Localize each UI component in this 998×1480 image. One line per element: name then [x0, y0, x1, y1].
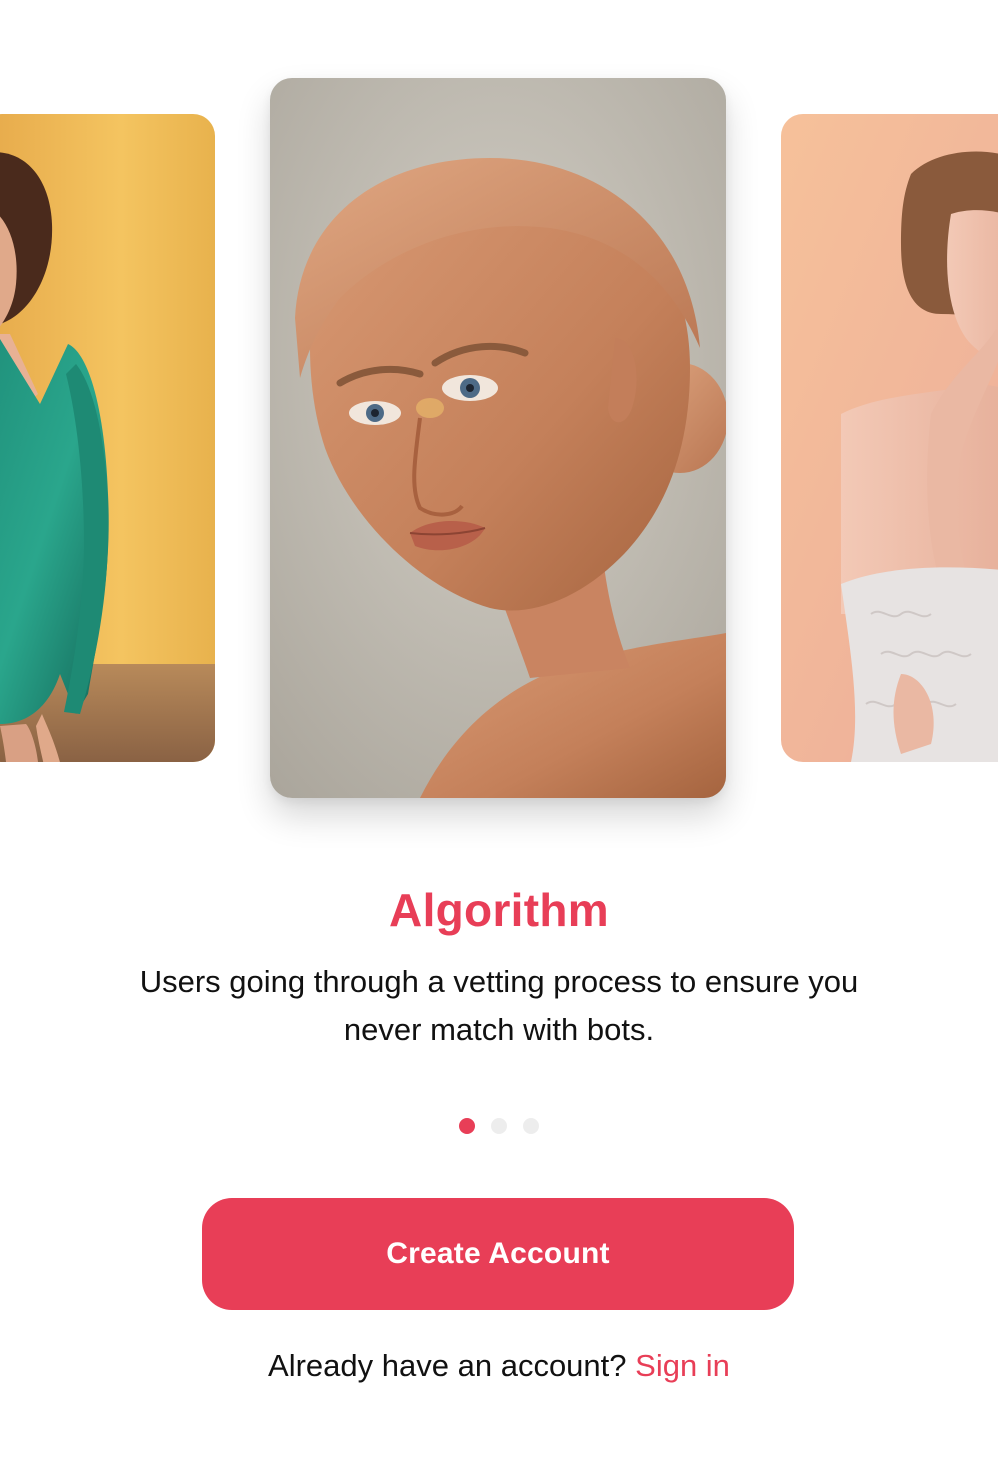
photo-woman-portrait-gold-makeup — [270, 78, 726, 798]
onboarding-title: Algorithm — [389, 884, 609, 936]
signin-prompt-text: Already have an account? — [268, 1348, 627, 1383]
carousel-card-left[interactable] — [0, 114, 215, 762]
signin-link[interactable]: Sign in — [635, 1348, 730, 1383]
create-account-button[interactable]: Create Account — [202, 1198, 794, 1310]
carousel-card-center[interactable] — [270, 78, 726, 798]
onboarding-screen: Algorithm Users going through a vetting … — [0, 0, 998, 1480]
signin-prompt-row: Already have an account? Sign in — [0, 1346, 998, 1386]
photo-woman-green-sequin-dress — [0, 114, 215, 762]
pagination-dot-2[interactable] — [491, 1118, 507, 1134]
pagination-dot-3[interactable] — [523, 1118, 539, 1134]
pagination-dot-1[interactable] — [459, 1118, 475, 1134]
carousel-card-right[interactable] — [781, 114, 998, 762]
photo-woman-lace-dress-peach — [781, 114, 998, 762]
onboarding-description: Users going through a vetting process to… — [139, 964, 859, 1047]
carousel-pagination — [0, 1118, 998, 1134]
